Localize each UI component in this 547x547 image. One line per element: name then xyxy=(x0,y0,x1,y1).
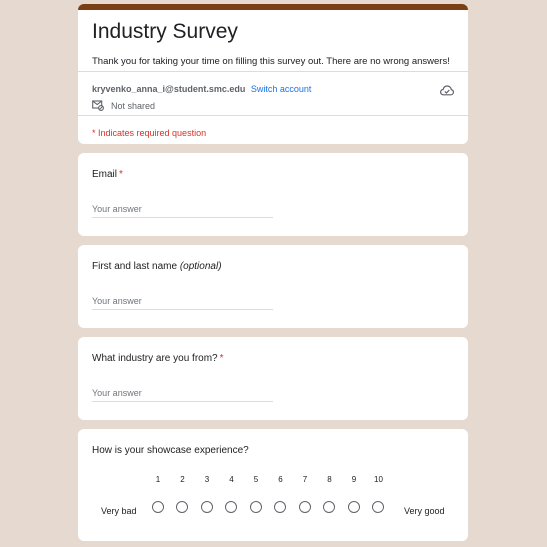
form-header-card: Industry Survey Thank you for taking you… xyxy=(78,4,468,144)
not-shared-text: Not shared xyxy=(111,100,156,111)
question-text: First and last name xyxy=(92,261,178,272)
question-card-name: First and last name (optional) xyxy=(78,245,468,328)
account-email: kryvenko_anna_i@student.smc.edu xyxy=(92,84,246,94)
question-label: How is your showcase experience? xyxy=(92,445,249,456)
scale-radio-7[interactable] xyxy=(298,501,311,513)
question-card-scale: How is your showcase experience? Very ba… xyxy=(78,429,468,541)
scale-number-label: 10 xyxy=(374,475,383,484)
scale-number-label: 2 xyxy=(180,475,185,484)
scale-number-label: 9 xyxy=(351,475,357,484)
form-page: Industry Survey Thank you for taking you… xyxy=(0,0,547,547)
name-field[interactable] xyxy=(92,293,273,310)
scale-radio-1[interactable] xyxy=(151,501,164,513)
account-divider xyxy=(78,115,468,116)
scale-radio-3[interactable] xyxy=(200,501,213,513)
scale-number-label: 4 xyxy=(229,475,234,484)
switch-account-link[interactable]: Switch account xyxy=(251,84,312,94)
header-divider xyxy=(78,71,468,72)
scale-radio-4[interactable] xyxy=(225,501,238,513)
question-text: Email xyxy=(92,169,118,180)
required-asterisk: * xyxy=(219,353,224,364)
scale-radio-6[interactable] xyxy=(274,501,287,513)
question-label: Email * xyxy=(92,169,123,180)
scale-radio-8[interactable] xyxy=(323,501,336,513)
question-label: What industry are you from? * xyxy=(92,353,224,364)
form-title: Industry Survey xyxy=(92,20,238,43)
scale-number-label: 7 xyxy=(302,475,308,484)
scale-radio-9[interactable] xyxy=(347,501,360,513)
industry-field[interactable] xyxy=(92,385,273,402)
cloud-save-icon[interactable] xyxy=(440,85,454,96)
scale-radio-5[interactable] xyxy=(249,501,262,513)
scale-number-label: 5 xyxy=(253,475,259,484)
question-text: What industry are you from? xyxy=(92,353,218,364)
scale-number-label: 8 xyxy=(327,475,332,484)
scale-number-label: 1 xyxy=(155,475,161,484)
account-line: kryvenko_anna_i@student.smc.edu Switch a… xyxy=(92,84,311,94)
form-description: Thank you for taking your time on fillin… xyxy=(92,56,450,67)
not-shared-line: Not shared xyxy=(92,100,155,111)
question-card-industry: What industry are you from? * xyxy=(78,337,468,420)
scale-number-label: 3 xyxy=(204,475,210,484)
scale-low-label: Very bad xyxy=(101,506,137,516)
not-shared-icon xyxy=(92,100,104,111)
required-note: * Indicates required question xyxy=(92,128,207,138)
question-card-email: Email * xyxy=(78,153,468,236)
question-label: First and last name (optional) xyxy=(92,261,222,272)
scale-number-label: 6 xyxy=(278,475,283,484)
optional-tag: (optional) xyxy=(179,261,222,272)
scale-high-label: Very good xyxy=(404,506,445,516)
scale-radio-2[interactable] xyxy=(176,501,189,513)
scale-radio-10[interactable] xyxy=(372,501,385,513)
email-field[interactable] xyxy=(92,201,273,218)
required-asterisk: * xyxy=(119,169,123,180)
